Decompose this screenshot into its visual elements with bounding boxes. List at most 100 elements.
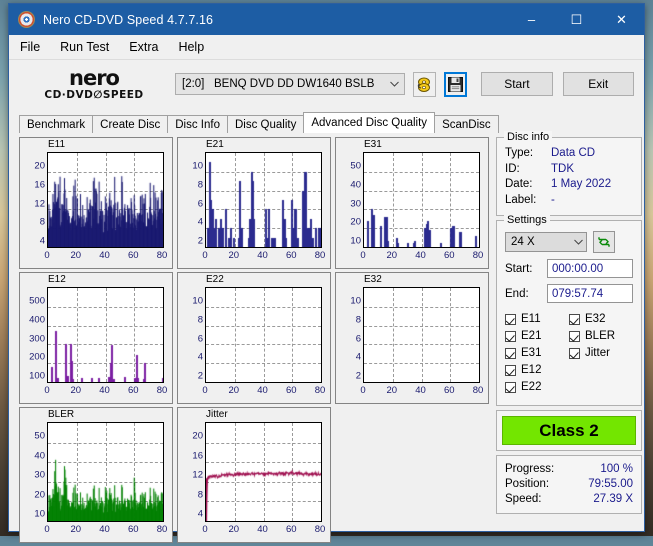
disc-info-row-type: Type: Data CD bbox=[505, 146, 633, 162]
y-tick-label: 300 bbox=[29, 333, 45, 345]
x-tick-label: 60 bbox=[443, 250, 455, 261]
application-window: Nero CD-DVD Speed 4.7.7.16 – ☐ ✕ File Ru… bbox=[8, 3, 645, 543]
checkbox-box[interactable] bbox=[505, 364, 516, 376]
checkbox-box[interactable] bbox=[569, 347, 580, 359]
x-axis: 0 20 40 60 80 bbox=[44, 250, 167, 264]
y-axis: 4 8 12 16 20 bbox=[20, 152, 45, 248]
speed-select[interactable]: 24 X bbox=[505, 232, 587, 252]
checkbox-column-left: E11 E21 E31 E12 E22 bbox=[505, 313, 569, 398]
checkbox-box[interactable] bbox=[505, 347, 516, 359]
exit-button[interactable]: Exit bbox=[562, 72, 634, 96]
x-tick-label: 80 bbox=[314, 524, 326, 535]
drive-id: [2:0] bbox=[182, 78, 205, 90]
start-input[interactable]: 000:00.00 bbox=[547, 259, 633, 278]
checkbox-e22[interactable]: E22 bbox=[505, 381, 569, 393]
menu-item-file[interactable]: File bbox=[11, 37, 49, 57]
disc-info-key: Type: bbox=[505, 147, 534, 159]
checkbox-e12[interactable]: E12 bbox=[505, 364, 569, 376]
checkbox-label: BLER bbox=[585, 330, 616, 342]
chart-row-2: E12 100 200 300 400 500 0 20 40 60 80 E22 2 4 6 8 10 0 20… bbox=[19, 272, 490, 404]
x-tick-label: 0 bbox=[202, 385, 208, 396]
chart-title: E11 bbox=[48, 139, 66, 150]
y-tick-label: 16 bbox=[192, 450, 203, 462]
x-tick-label: 20 bbox=[228, 524, 240, 535]
x-tick-label: 40 bbox=[257, 385, 268, 396]
start-label: Start: bbox=[505, 262, 533, 275]
menu-item-extra[interactable]: Extra bbox=[120, 37, 167, 57]
y-tick-label: 8 bbox=[197, 314, 203, 326]
plot-area bbox=[205, 287, 322, 383]
status-value: 100 % bbox=[600, 463, 633, 475]
chevron-down-icon[interactable] bbox=[570, 238, 586, 247]
y-axis: 10 20 30 40 50 bbox=[336, 152, 361, 248]
minimize-button[interactable]: – bbox=[509, 4, 554, 35]
y-tick-label: 6 bbox=[197, 333, 203, 345]
disc-info-key: Date: bbox=[505, 178, 533, 190]
end-input[interactable]: 079:57.74 bbox=[547, 284, 633, 303]
disc-eject-icon[interactable] bbox=[413, 71, 436, 97]
checkbox-box[interactable] bbox=[505, 313, 516, 325]
start-button[interactable]: Start bbox=[481, 72, 553, 96]
y-tick-label: 10 bbox=[350, 295, 361, 307]
settings-legend: Settings bbox=[504, 214, 550, 226]
sidebar: Disc info Type: Data CD ID: TDK Date: 1 … bbox=[496, 131, 642, 546]
y-tick-label: 10 bbox=[34, 508, 45, 520]
start-field-row: Start: 000:00.00 bbox=[505, 259, 633, 278]
maximize-button[interactable]: ☐ bbox=[554, 4, 599, 35]
title-bar: Nero CD-DVD Speed 4.7.7.16 – ☐ ✕ bbox=[9, 4, 644, 35]
speed-row: 24 X bbox=[505, 231, 633, 253]
status-row-speed: Speed: 27.39 X bbox=[505, 492, 633, 507]
refresh-icon[interactable] bbox=[593, 231, 615, 253]
chart-title: BLER bbox=[48, 409, 75, 420]
chevron-down-icon[interactable] bbox=[384, 79, 404, 89]
checkbox-box[interactable] bbox=[569, 330, 580, 342]
tab-disc-info[interactable]: Disc Info bbox=[167, 115, 228, 133]
x-tick-label: 40 bbox=[415, 385, 426, 396]
x-tick-label: 60 bbox=[285, 250, 297, 261]
status-key: Speed: bbox=[505, 493, 542, 505]
y-tick-label: 4 bbox=[355, 351, 361, 363]
x-tick-label: 20 bbox=[70, 385, 82, 396]
checkbox-box[interactable] bbox=[505, 381, 516, 393]
checkbox-label: E32 bbox=[585, 313, 606, 325]
checkbox-box[interactable] bbox=[505, 330, 516, 342]
drive-name: BENQ DVD DD DW1640 BSLB bbox=[213, 78, 375, 90]
plot-area bbox=[205, 422, 322, 522]
tab-scandisc[interactable]: ScanDisc bbox=[434, 115, 499, 133]
close-button[interactable]: ✕ bbox=[599, 4, 644, 35]
chart-series bbox=[206, 423, 321, 521]
x-tick-label: 60 bbox=[127, 524, 139, 535]
y-tick-label: 4 bbox=[197, 351, 203, 363]
checkbox-e31[interactable]: E31 bbox=[505, 347, 569, 359]
checkbox-e32[interactable]: E32 bbox=[569, 313, 633, 325]
tab-create-disc[interactable]: Create Disc bbox=[92, 115, 169, 133]
y-tick-label: 2 bbox=[197, 370, 203, 382]
tab-benchmark[interactable]: Benchmark bbox=[19, 115, 94, 133]
x-tick-label: 20 bbox=[386, 385, 398, 396]
x-axis: 0 20 40 60 80 bbox=[360, 250, 483, 264]
chart-title: E21 bbox=[206, 139, 224, 150]
y-tick-label: 10 bbox=[192, 295, 203, 307]
tab-advanced-disc-quality[interactable]: Advanced Disc Quality bbox=[303, 112, 436, 133]
menu-item-help[interactable]: Help bbox=[169, 37, 213, 57]
drive-select[interactable]: [2:0] BENQ DVD DD DW1640 BSLB bbox=[175, 73, 405, 95]
disc-info-box: Disc info Type: Data CD ID: TDK Date: 1 … bbox=[496, 131, 642, 216]
status-key: Progress: bbox=[505, 463, 555, 475]
checkbox-label: E31 bbox=[521, 347, 542, 359]
end-field-row: End: 079:57.74 bbox=[505, 284, 633, 303]
checkbox-jitter[interactable]: Jitter bbox=[569, 347, 633, 359]
x-tick-label: 80 bbox=[472, 385, 484, 396]
y-tick-label: 20 bbox=[34, 160, 45, 172]
checkbox-bler[interactable]: BLER bbox=[569, 330, 633, 342]
tab-disc-quality[interactable]: Disc Quality bbox=[227, 115, 305, 133]
checkbox-e21[interactable]: E21 bbox=[505, 330, 569, 342]
checkbox-box[interactable] bbox=[569, 313, 580, 325]
floppy-save-icon[interactable] bbox=[444, 71, 468, 97]
x-tick-label: 80 bbox=[156, 524, 168, 535]
status-row-progress: Progress: 100 % bbox=[505, 462, 633, 477]
y-tick-label: 12 bbox=[192, 469, 203, 481]
x-tick-label: 40 bbox=[257, 524, 268, 535]
checkbox-e11[interactable]: E11 bbox=[505, 313, 569, 325]
disc-info-key: ID: bbox=[505, 162, 520, 175]
menu-item-run-test[interactable]: Run Test bbox=[51, 37, 118, 57]
